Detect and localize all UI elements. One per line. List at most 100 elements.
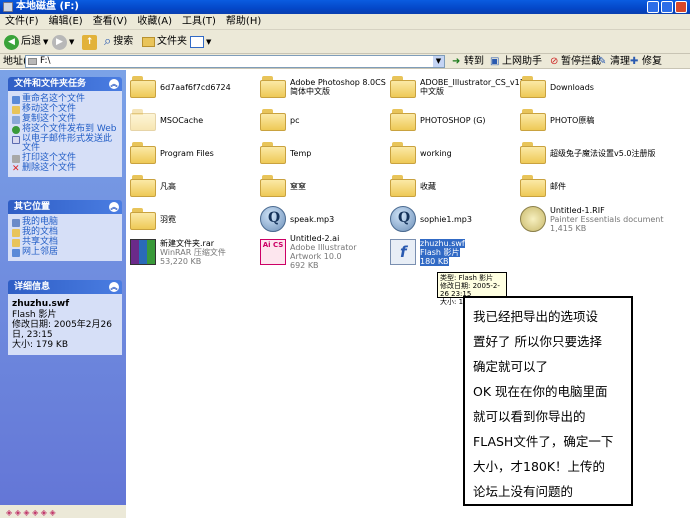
folder-item[interactable]: 窒窒 — [260, 171, 390, 201]
repair-button[interactable]: 修复 — [642, 54, 662, 69]
file-item[interactable]: speak.mp3 — [260, 204, 390, 234]
search-button[interactable]: ⌕ 搜索 — [104, 33, 133, 51]
folder-icon — [260, 76, 286, 98]
flash-icon — [390, 239, 416, 265]
winamp-icon — [390, 206, 416, 232]
file-item[interactable]: Untitled-1.RIF Painter Essentials documen… — [520, 204, 680, 234]
file-item[interactable]: 新建文件夹.rar WinRAR 压缩文件 53,220 KB — [130, 237, 260, 267]
back-button[interactable]: ◀ 后退 ▼ — [4, 33, 48, 51]
collapse-icon[interactable]: ︽ — [109, 202, 119, 212]
winrar-icon — [130, 239, 156, 265]
folder-icon — [130, 175, 156, 197]
task-rename[interactable]: 重命名这个文件 — [12, 95, 118, 104]
folder-item[interactable]: 超级兔子魔法设置v5.0注册版 — [520, 138, 680, 168]
folder-icon — [130, 109, 156, 131]
online-help-button[interactable]: 上网助手 — [502, 54, 542, 69]
task-publish-web[interactable]: 将这个文件发布到 Web — [12, 125, 118, 134]
folder-item[interactable]: 凡高 — [130, 171, 260, 201]
task-print[interactable]: 打印这个文件 — [12, 154, 118, 163]
folder-icon — [130, 208, 156, 230]
repair-icon: ✚ — [630, 56, 639, 67]
other-places-panel: 其它位置 ︽ 我的电脑 我的文档 共享文档 网上邻居 — [8, 200, 122, 261]
folder-item[interactable]: Temp — [260, 138, 390, 168]
place-my-documents[interactable]: 我的文档 — [12, 228, 118, 237]
folder-item[interactable]: Adobe Photoshop 8.0CS简体中文版 — [260, 72, 390, 102]
folders-button[interactable]: 文件夹 — [142, 33, 187, 51]
folder-item[interactable]: 邮件 — [520, 171, 650, 201]
place-shared-documents[interactable]: 共享文档 — [12, 238, 118, 247]
go-arrow-icon: ➜ — [452, 56, 461, 67]
task-email[interactable]: 以电子邮件形式发送此文件 — [12, 135, 118, 153]
folder-item[interactable]: Program Files — [130, 138, 260, 168]
details-modified: 修改日期: 2005年2月26日, 23:15 — [12, 320, 112, 340]
views-button[interactable]: ▼ — [190, 33, 211, 51]
block-popups-button[interactable]: 暂停拦截 — [561, 54, 601, 69]
maximize-button[interactable] — [661, 1, 673, 13]
taskbar-tray: ◈ ◈ ◈ ◈ ◈ ◈ — [0, 505, 126, 518]
clean-icon: ✎ — [598, 56, 607, 67]
up-button[interactable]: ↑ — [82, 33, 97, 51]
file-item[interactable]: Ai CS Untitled-2.ai Adobe Illustrator Artw… — [260, 234, 390, 270]
menu-help[interactable]: 帮助(H) — [221, 14, 266, 30]
clean-button[interactable]: 清理 — [610, 54, 630, 69]
folder-item[interactable]: pc — [260, 105, 390, 135]
copy-icon — [12, 116, 20, 124]
panel-header[interactable]: 文件和文件夹任务 ︽ — [8, 77, 122, 91]
task-delete[interactable]: ✕ 删除这个文件 — [12, 164, 118, 174]
toolbar: ◀ 后退 ▼ ▶ ▼ ↑ ⌕ 搜索 文件夹 ▼ — [0, 30, 690, 54]
folder-icon — [260, 142, 286, 164]
address-input[interactable]: F:\ ▼ — [25, 55, 445, 68]
file-item[interactable]: sophie1.mp3 — [390, 204, 520, 234]
folder-item[interactable]: ADOBE_Illustrator_CS_v11.0中文版 — [390, 72, 532, 102]
search-icon: ⌕ — [104, 34, 112, 49]
panel-header[interactable]: 其它位置 ︽ — [8, 200, 122, 214]
web-publish-icon — [12, 126, 20, 134]
file-item-selected[interactable]: zhuzhu.swfFlash 影片180 KB — [390, 237, 520, 267]
folder-icon — [520, 142, 546, 164]
folder-item[interactable]: 收藏 — [390, 171, 520, 201]
task-pane: 文件和文件夹任务 ︽ 重命名这个文件 移动这个文件 复制这个文件 将这个文件发布到… — [0, 70, 126, 518]
collapse-icon[interactable]: ︽ — [109, 282, 119, 292]
annotation-note: 我已经把导出的选项设 置好了 所以你只要选择 确定就可以了 OK 现在在你的电脑… — [463, 296, 633, 506]
folder-item[interactable]: working — [390, 138, 520, 168]
menu-edit[interactable]: 编辑(E) — [44, 14, 88, 30]
go-button[interactable]: 转到 — [464, 54, 484, 69]
folder-item[interactable]: 6d7aaf6f7cd6724 — [130, 72, 260, 102]
menu-view[interactable]: 查看(V) — [88, 14, 133, 30]
folder-item[interactable]: Downloads — [520, 72, 650, 102]
folder-icon — [390, 76, 416, 98]
panel-header[interactable]: 详细信息 ︽ — [8, 280, 122, 294]
email-icon — [12, 136, 20, 144]
file-tasks-panel: 文件和文件夹任务 ︽ 重命名这个文件 移动这个文件 复制这个文件 将这个文件发布到… — [8, 77, 122, 177]
folder-item[interactable]: 羽霓 — [130, 204, 260, 234]
forward-button[interactable]: ▶ ▼ — [52, 33, 74, 51]
menu-tools[interactable]: 工具(T) — [177, 14, 221, 30]
menu-bar: 文件(F) 编辑(E) 查看(V) 收藏(A) 工具(T) 帮助(H) — [0, 14, 690, 30]
online-help-icon: ▣ — [490, 56, 500, 67]
place-my-computer[interactable]: 我的电脑 — [12, 218, 118, 227]
chevron-down-icon[interactable]: ▼ — [433, 56, 444, 67]
collapse-icon[interactable]: ︽ — [109, 79, 119, 89]
block-icon: ⊘ — [550, 56, 559, 67]
folder-item[interactable]: PHOTOSHOP (G) — [390, 105, 520, 135]
rename-icon — [12, 96, 20, 104]
folder-item[interactable]: MSOCache — [130, 105, 260, 135]
printer-icon — [12, 155, 20, 163]
minimize-button[interactable] — [647, 1, 659, 13]
winamp-icon — [260, 206, 286, 232]
folder-icon — [520, 109, 546, 131]
folder-icon — [390, 175, 416, 197]
folder-item[interactable]: PHOTO原稿 — [520, 105, 650, 135]
folder-icon — [130, 142, 156, 164]
task-move[interactable]: 移动这个文件 — [12, 105, 118, 114]
folder-icon — [390, 142, 416, 164]
close-button[interactable] — [675, 1, 687, 13]
menu-file[interactable]: 文件(F) — [0, 14, 44, 30]
place-network[interactable]: 网上邻居 — [12, 248, 118, 257]
task-copy[interactable]: 复制这个文件 — [12, 115, 118, 124]
details-panel: 详细信息 ︽ zhuzhu.swf Flash 影片 修改日期: 2005年2月2… — [8, 280, 122, 355]
folder-icon — [390, 109, 416, 131]
details-size: 大小: 179 KB — [12, 340, 69, 350]
illustrator-icon: Ai CS — [260, 239, 286, 265]
menu-favorites[interactable]: 收藏(A) — [132, 14, 177, 30]
